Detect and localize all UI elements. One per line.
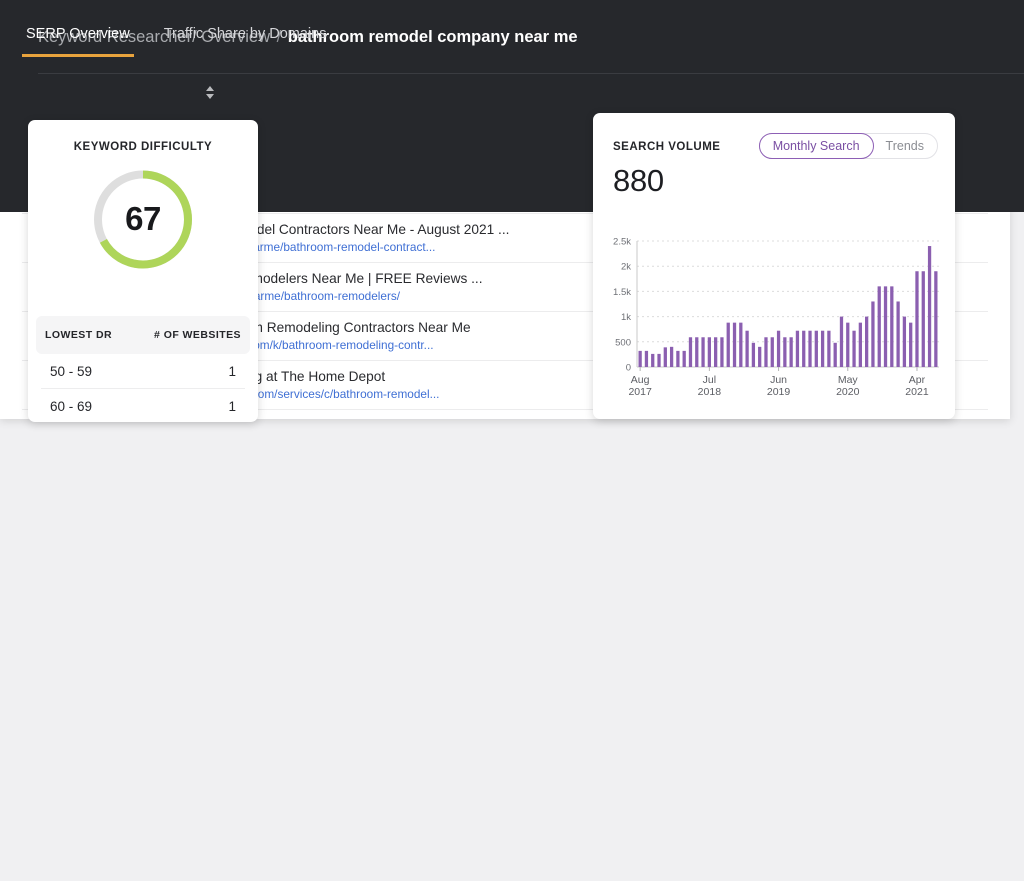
svg-text:500: 500: [615, 337, 631, 348]
search-volume-title: SEARCH VOLUME: [613, 141, 721, 153]
svg-text:Aug: Aug: [631, 374, 650, 386]
keyword-difficulty-score: 67: [125, 200, 161, 237]
svg-text:2k: 2k: [621, 262, 631, 273]
keyword-difficulty-title: KEYWORD DIFFICULTY: [73, 141, 213, 153]
sort-arrows-icon[interactable]: [205, 86, 214, 99]
dr-website-count: 1: [228, 363, 236, 379]
breadcrumb-current-keyword: bathroom remodel company near me: [287, 28, 578, 46]
svg-text:Jun: Jun: [770, 374, 787, 386]
dr-range: 60 - 69: [50, 398, 93, 414]
table-row: 50 - 59 1: [41, 354, 245, 389]
svg-text:Jul: Jul: [703, 374, 716, 386]
svg-text:2017: 2017: [628, 386, 652, 398]
svg-text:1.5k: 1.5k: [613, 287, 631, 298]
keyword-difficulty-card: KEYWORD DIFFICULTY 67 LOWEST DR # OF WEB…: [28, 120, 258, 422]
page-root: Keyword Researcher/ Overview / bathroom …: [0, 0, 1024, 881]
svg-text:2021: 2021: [905, 386, 929, 398]
search-volume-value: 880: [613, 163, 664, 198]
column-header-num-websites: # OF WEBSITES: [154, 329, 241, 341]
search-volume-card: SEARCH VOLUME Monthly Search Trends 880 …: [593, 113, 955, 419]
toggle-monthly-search[interactable]: Monthly Search: [758, 133, 874, 159]
tab-traffic-share-by-domains[interactable]: Traffic Share by Domains: [160, 26, 331, 55]
dr-range: 50 - 59: [50, 363, 93, 379]
search-volume-bar-chart: 0 500 1k 1.5k 2k 2.5k Aug2017 Jul2018 Jun2019 May…: [613, 237, 939, 398]
lowest-dr-table: LOWEST DR # OF WEBSITES 50 - 59 1 60 - 6…: [28, 316, 258, 422]
svg-text:2020: 2020: [836, 386, 860, 398]
svg-text:0: 0: [626, 363, 631, 374]
table-row: 60 - 69 1: [41, 389, 245, 422]
column-header-lowest-dr: LOWEST DR: [45, 329, 113, 341]
svg-text:2.5k: 2.5k: [613, 237, 631, 248]
svg-text:Apr: Apr: [909, 374, 926, 386]
svg-text:2018: 2018: [698, 386, 722, 398]
dr-website-count: 1: [228, 398, 236, 414]
svg-text:2019: 2019: [767, 386, 791, 398]
toggle-trends[interactable]: Trends: [873, 134, 937, 158]
svg-text:May: May: [838, 374, 859, 386]
header-divider: [38, 73, 1024, 74]
svg-text:1k: 1k: [621, 312, 631, 323]
search-volume-toggle[interactable]: Monthly Search Trends: [758, 133, 938, 159]
tab-serp-overview[interactable]: SERP Overview: [22, 26, 134, 57]
keyword-difficulty-gauge: 67: [28, 166, 258, 288]
lowest-dr-table-header: LOWEST DR # OF WEBSITES: [36, 316, 250, 354]
